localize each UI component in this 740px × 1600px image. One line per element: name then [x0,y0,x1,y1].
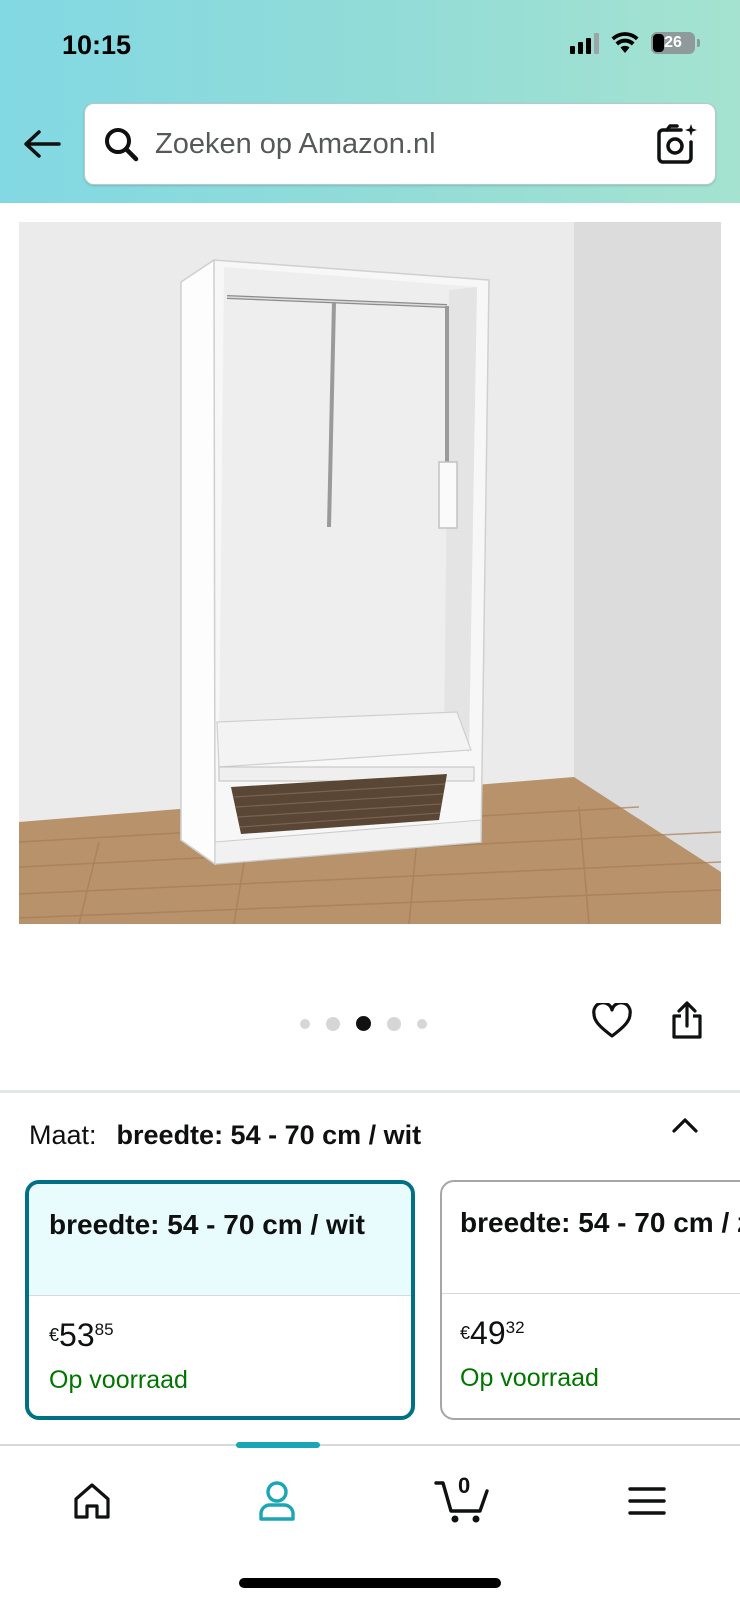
battery-tip [697,39,700,47]
wifi-icon [611,32,639,53]
nav-active-indicator [236,1442,320,1448]
price-fraction: 85 [94,1320,114,1339]
pagination-dot[interactable] [387,1016,401,1031]
cart-count: 0 [458,1473,471,1498]
back-button[interactable] [22,124,62,164]
price-currency: € [49,1325,60,1345]
collapse-variation-button[interactable] [670,1114,700,1141]
home-icon [74,1483,110,1519]
hamburger-menu-icon [628,1487,666,1515]
price-whole: 49 [470,1315,506,1351]
wishlist-button[interactable] [592,1001,632,1044]
price-fraction: 32 [505,1318,525,1337]
status-icons: 26 [570,32,700,54]
price-whole: 53 [59,1317,95,1353]
arrow-left-icon [24,130,61,158]
nav-home[interactable] [62,1471,122,1531]
image-pagination[interactable] [300,1016,427,1031]
section-divider [0,1090,740,1093]
pagination-dot[interactable] [417,1018,427,1029]
nav-cart[interactable]: 0 [432,1471,492,1531]
camera-search-icon[interactable] [655,122,699,166]
nav-menu[interactable] [617,1471,677,1531]
product-image[interactable] [19,222,721,924]
search-icon [105,128,139,162]
pagination-dot[interactable] [300,1018,310,1029]
variation-option[interactable]: breedte: 54 - 70 cm / zwart € 49 32 Op v… [440,1180,740,1420]
battery-level: 26 [664,34,682,51]
option-title: breedte: 54 - 70 cm / wit [29,1184,411,1296]
status-time: 10:15 [62,30,132,60]
app-header: 10:15 26 [0,0,740,203]
heart-icon [592,1001,632,1038]
option-title: breedte: 54 - 70 cm / zwart [442,1182,740,1294]
wardrobe-product-photo [19,222,721,924]
option-price: € 49 32 [442,1294,740,1350]
user-icon [259,1481,295,1521]
search-bar[interactable] [84,103,716,185]
variation-selected-value: breedte: 54 - 70 cm / wit [116,1120,422,1150]
home-indicator[interactable] [239,1578,501,1588]
stock-status: Op voorraad [460,1364,599,1392]
variation-label: Maat: [29,1120,97,1150]
nav-account[interactable] [247,1471,307,1531]
chevron-up-icon [672,1118,698,1133]
cellular-signal-icon [570,32,599,54]
stock-status: Op voorraad [49,1366,188,1394]
bottom-nav: 0 [0,1442,740,1600]
pagination-dot[interactable] [326,1016,340,1031]
battery-icon: 26 [651,32,695,54]
share-button[interactable] [670,1000,704,1045]
option-price: € 53 85 [29,1296,411,1352]
search-input[interactable] [155,124,615,164]
share-icon [672,1001,702,1039]
variation-option-selected[interactable]: breedte: 54 - 70 cm / wit € 53 85 Op voo… [25,1180,415,1420]
price-currency: € [460,1323,471,1343]
pagination-dot-active[interactable] [356,1016,371,1031]
variation-header: Maat: breedte: 54 - 70 cm / wit [29,1120,421,1151]
